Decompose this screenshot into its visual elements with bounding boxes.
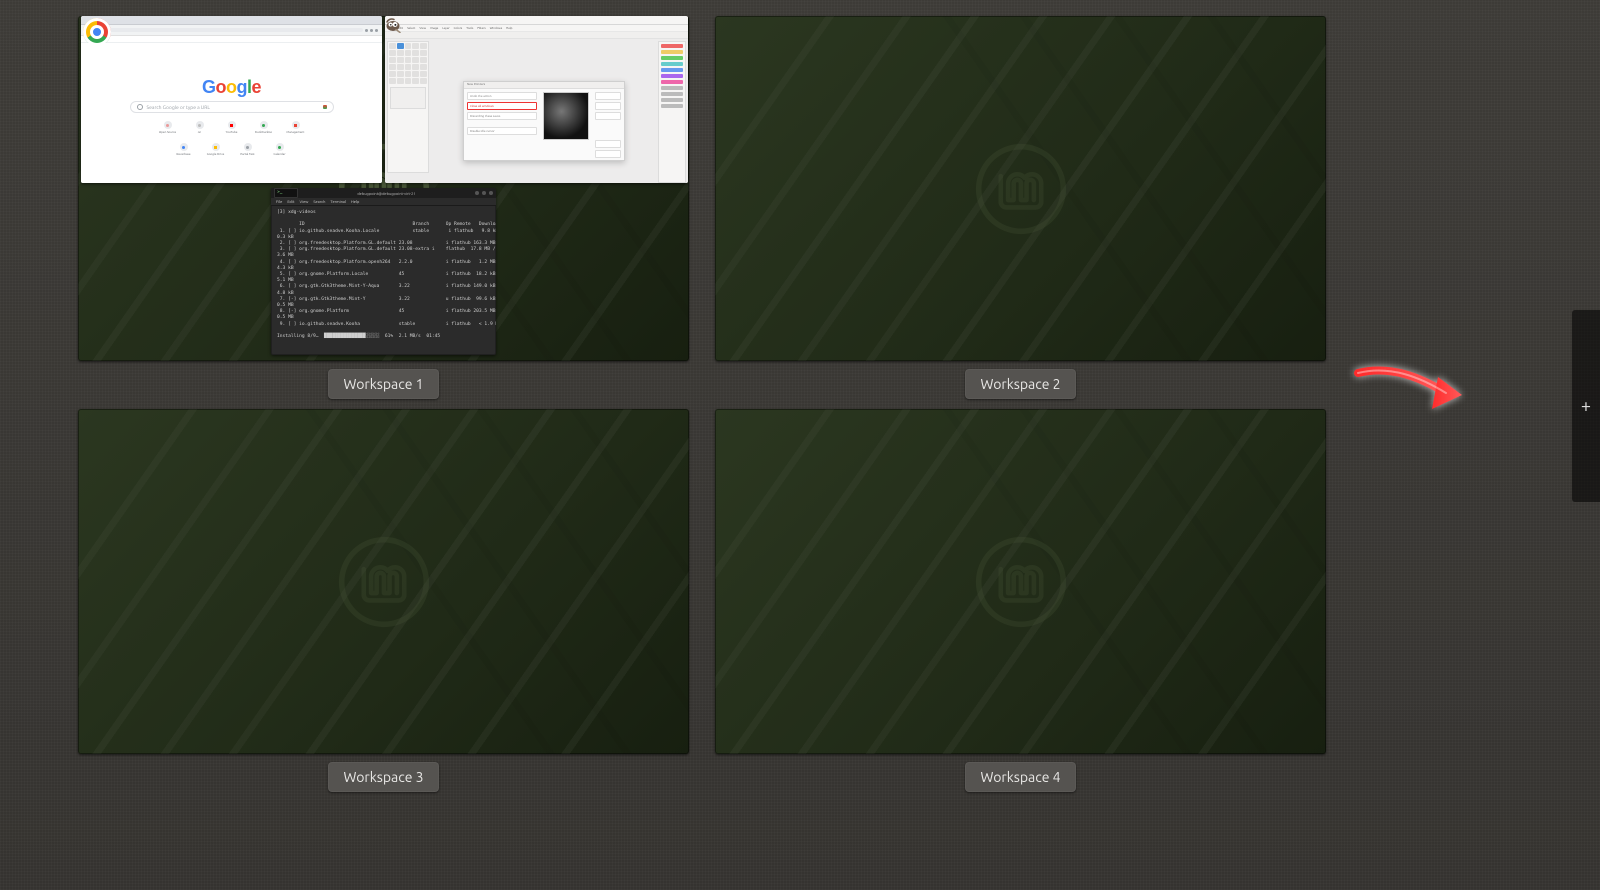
add-workspace-button[interactable]: +: [1572, 310, 1600, 502]
gimp-right-dock: [658, 41, 686, 183]
terminal-icon: [274, 188, 298, 198]
workspace-3: Workspace 3: [78, 409, 689, 792]
mic-icon: [323, 105, 327, 109]
workspace-2: Workspace 2: [715, 16, 1326, 399]
terminal-output: [3] xdg-videos ID Branch Op Remote Downl…: [271, 206, 496, 344]
google-search-box: Search Google or type a URL: [130, 101, 334, 113]
mint-logo-icon: [975, 143, 1067, 235]
workspace-1: Google Search Google or type a URL Open …: [78, 16, 689, 399]
terminal-title: debugpoint@debugpoint-virt-21: [301, 191, 472, 196]
gimp-window-thumbnail[interactable]: FileEditSelectViewImageLayerColorsToolsF…: [385, 16, 688, 183]
workspace-1-label[interactable]: Workspace 1: [328, 369, 438, 399]
workspace-4-thumbnail[interactable]: [715, 409, 1326, 754]
gimp-dialog: New Pointers Undo the action Close all w…: [463, 81, 625, 161]
search-icon: [137, 104, 143, 110]
mint-logo-icon: [338, 536, 430, 628]
gimp-toolbox: [387, 41, 429, 173]
google-logo: Google: [202, 77, 261, 98]
terminal-window-thumbnail[interactable]: debugpoint@debugpoint-virt-21 FileEditVi…: [271, 188, 496, 355]
workspace-grid: Google Search Google or type a URL Open …: [78, 16, 1326, 792]
workspace-4-label[interactable]: Workspace 4: [965, 762, 1075, 792]
workspace-3-thumbnail[interactable]: [78, 409, 689, 754]
chrome-icon: [83, 18, 111, 46]
workspace-3-label[interactable]: Workspace 3: [328, 762, 438, 792]
chrome-window-thumbnail[interactable]: Google Search Google or type a URL Open …: [81, 16, 382, 183]
workspace-1-thumbnail[interactable]: Google Search Google or type a URL Open …: [78, 16, 689, 361]
plus-icon: +: [1581, 397, 1591, 415]
workspace-4: Workspace 4: [715, 409, 1326, 792]
workspace-2-thumbnail[interactable]: [715, 16, 1326, 361]
workspace-2-label[interactable]: Workspace 2: [965, 369, 1075, 399]
mint-logo-icon: [975, 536, 1067, 628]
annotation-arrow-icon: [1350, 355, 1470, 425]
gimp-icon: [385, 17, 401, 33]
search-placeholder-text: Search Google or type a URL: [147, 104, 319, 110]
